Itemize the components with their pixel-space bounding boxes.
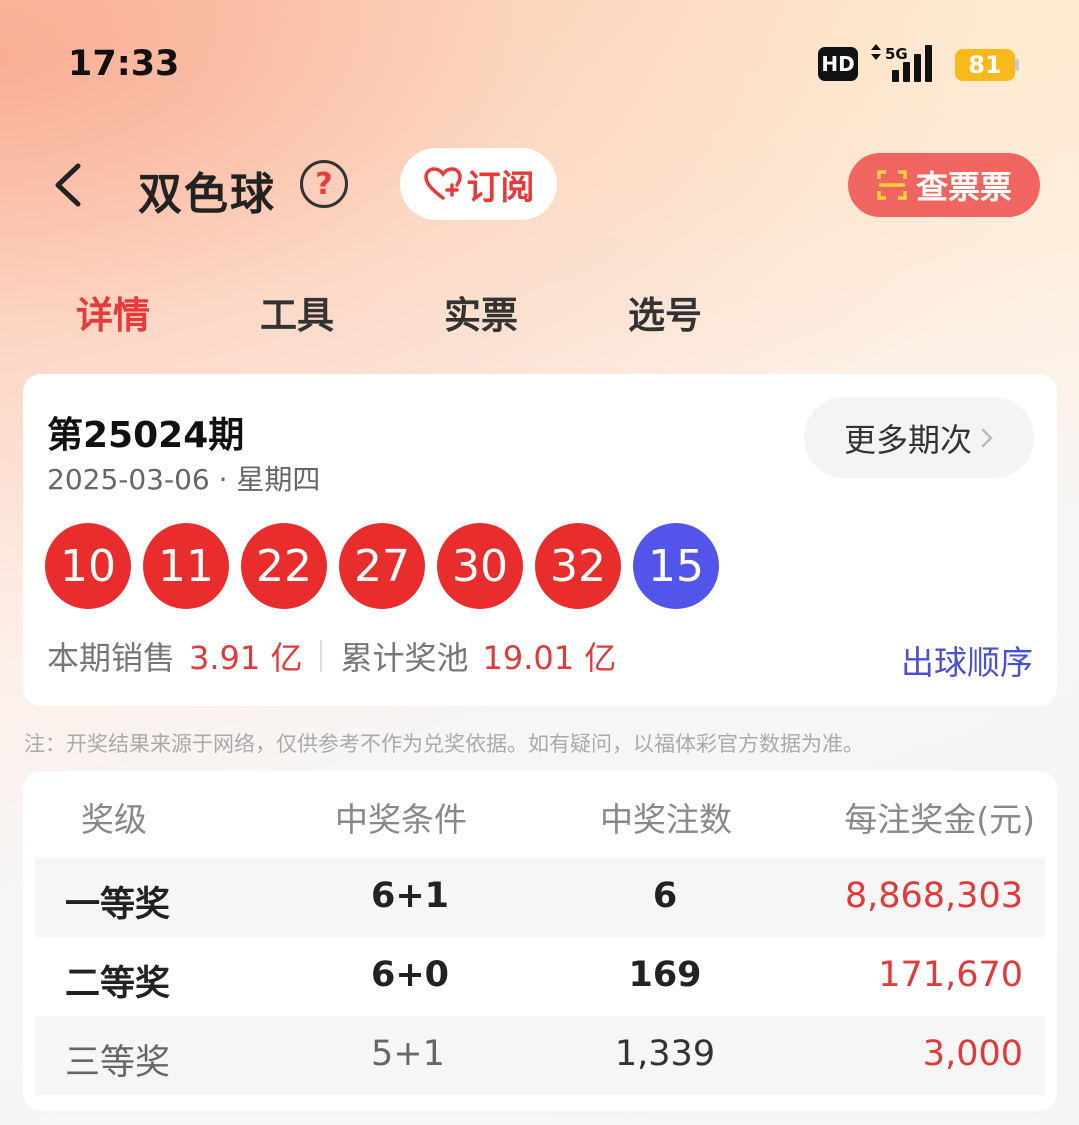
page-title: 双色球 (138, 169, 276, 220)
battery-tip (1015, 59, 1019, 71)
prize-condition: 6+1 (371, 876, 450, 916)
prize-level: 二等奖 (65, 964, 171, 1004)
divider (320, 640, 323, 672)
prize-table-header: 奖级 中奖条件 中奖注数 每注奖金(元) (23, 793, 1057, 843)
check-ticket-button[interactable]: 查票票 (848, 153, 1040, 217)
pool-value: 19.01 亿 (482, 639, 617, 677)
red-ball: 22 (241, 523, 327, 609)
check-ticket-label: 查票票 (915, 168, 1012, 206)
signal-5g-icon: 5G (871, 44, 932, 82)
help-icon[interactable]: ? (300, 160, 348, 208)
prize-condition: 6+0 (371, 955, 450, 995)
prize-level: 三等奖 (65, 1043, 171, 1083)
prize-count: 6 (652, 876, 678, 916)
tab-bar: 详情 工具 实票 选号 (0, 285, 1079, 345)
prize-table: 奖级 中奖条件 中奖注数 每注奖金(元) 一等奖 6+1 6 8,868,303… (23, 771, 1057, 1111)
battery-icon: 81 (955, 49, 1019, 81)
battery-level: 81 (955, 49, 1015, 81)
more-issues-label: 更多期次 (843, 420, 972, 459)
chevron-right-icon (981, 428, 993, 447)
red-ball: 32 (535, 523, 621, 609)
subscribe-label: 订阅 (466, 167, 535, 208)
draw-order-link[interactable]: 出球顺序 (901, 636, 1033, 684)
prize-amount: 171,670 (878, 955, 1023, 995)
prize-amount: 8,868,303 (844, 876, 1023, 916)
header-amount: 每注奖金(元) (844, 800, 1035, 839)
tab-tools[interactable]: 工具 (260, 285, 334, 339)
sales-value: 3.91 亿 (189, 639, 303, 677)
disclaimer-note: 注：开奖结果来源于网络，仅供参考不作为兑奖依据。如有疑问，以福体彩官方数据为准。 (24, 732, 864, 756)
pool-label: 累计奖池 (340, 639, 469, 677)
status-time: 17:33 (68, 44, 180, 84)
tab-pick-numbers[interactable]: 选号 (628, 285, 702, 339)
header-condition: 中奖条件 (335, 800, 467, 839)
prize-count: 1,339 (614, 1034, 716, 1074)
sales-info: 本期销售 3.91 亿 累计奖池 19.01 亿 (47, 636, 617, 677)
prize-count: 169 (628, 955, 702, 995)
network-label: 5G (885, 45, 908, 63)
prize-condition: 5+1 (371, 1034, 445, 1074)
more-issues-button[interactable]: 更多期次 (804, 397, 1034, 478)
red-ball: 10 (45, 523, 131, 609)
scan-icon (877, 170, 907, 200)
heart-plus-icon (423, 167, 462, 200)
issue-number: 第25024期 (47, 415, 245, 456)
red-ball: 11 (143, 523, 229, 609)
tab-real-tickets[interactable]: 实票 (444, 285, 518, 339)
table-row: 三等奖 5+1 1,339 3,000 (35, 1016, 1045, 1095)
tab-details[interactable]: 详情 (76, 285, 150, 339)
hd-icon: HD (818, 47, 858, 81)
next-card-edge (35, 1114, 1045, 1125)
red-ball: 30 (437, 523, 523, 609)
subscribe-button[interactable]: 订阅 (400, 148, 557, 220)
header-count: 中奖注数 (600, 800, 732, 839)
issue-date: 2025-03-06 · 星期四 (47, 463, 321, 496)
blue-ball: 15 (633, 523, 719, 609)
red-ball: 27 (339, 523, 425, 609)
status-bar: 17:33 HD 5G 81 (0, 0, 1079, 130)
header-level: 奖级 (81, 800, 147, 839)
back-arrow-icon[interactable] (48, 160, 88, 210)
table-row: 二等奖 6+0 169 171,670 (35, 937, 1045, 1016)
sales-label: 本期销售 (47, 639, 176, 677)
prize-level: 一等奖 (65, 885, 171, 925)
table-row: 一等奖 6+1 6 8,868,303 (35, 858, 1045, 937)
prize-amount: 3,000 (922, 1034, 1023, 1074)
draw-result-card: 第25024期 2025-03-06 · 星期四 更多期次 10 11 22 2… (23, 374, 1057, 706)
